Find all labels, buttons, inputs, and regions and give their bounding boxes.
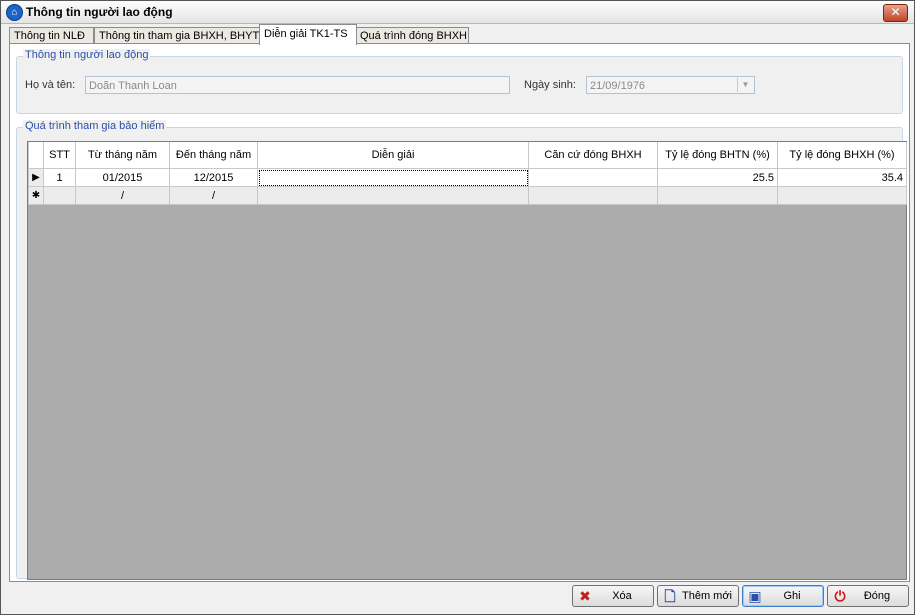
tab-worker-info[interactable]: Thông tin NLĐ xyxy=(9,27,94,44)
cell-to-month[interactable]: 12/2015 xyxy=(169,168,258,187)
table-row[interactable]: ▶ 1 01/2015 12/2015 25.5 35.4 xyxy=(28,168,907,187)
tab-payment-history[interactable]: Quá trình đóng BHXH xyxy=(355,27,469,44)
new-cell-bhxh-rate[interactable] xyxy=(777,186,907,205)
dob-value: 21/09/1976 xyxy=(590,80,646,92)
client-area: Thông tin NLĐ Thông tin tham gia BHXH, B… xyxy=(1,24,914,614)
close-button[interactable]: ⏻ Đóng xyxy=(827,585,909,607)
insurance-grid[interactable]: STT Từ tháng năm Đến tháng năm Diễn giải… xyxy=(27,141,907,580)
new-cell-bhtn-rate[interactable] xyxy=(657,186,778,205)
new-document-icon: 🗋 xyxy=(664,588,676,604)
power-icon: ⏻ xyxy=(834,588,846,604)
new-cell-to-month[interactable]: / xyxy=(169,186,258,205)
app-icon: ⌂ xyxy=(6,4,23,21)
cell-basis[interactable] xyxy=(528,168,658,187)
name-field[interactable]: Doãn Thanh Loan xyxy=(85,76,510,94)
x-icon: ✖ xyxy=(579,588,591,604)
cell-bhtn-rate[interactable]: 25.5 xyxy=(657,168,778,187)
column-header[interactable]: STT xyxy=(43,142,76,169)
column-header[interactable]: Tỷ lệ đóng BHTN (%) xyxy=(657,142,778,169)
window-close-button[interactable]: ✕ xyxy=(883,4,908,22)
cell-from-month[interactable]: 01/2015 xyxy=(75,168,170,187)
insurance-group: Quá trình tham gia bảo hiểm STT Từ tháng… xyxy=(16,120,907,580)
new-row[interactable]: ✱ / / xyxy=(28,186,907,205)
floppy-disk-icon: ▣ xyxy=(748,588,762,604)
save-button-label: Ghi xyxy=(783,590,801,602)
row-indicator-header xyxy=(28,142,44,169)
window-title: Thông tin người lao động xyxy=(26,5,173,19)
main-window: ⌂ Thông tin người lao động ✕ Thông tin N… xyxy=(0,0,915,615)
table-header-row: STT Từ tháng năm Đến tháng năm Diễn giải… xyxy=(28,142,907,169)
new-cell-from-month[interactable]: / xyxy=(75,186,170,205)
cell-stt[interactable]: 1 xyxy=(43,168,76,187)
delete-button[interactable]: ✖ Xóa xyxy=(572,585,654,607)
new-row-asterisk-icon: ✱ xyxy=(28,186,44,205)
name-label: Họ và tên: xyxy=(25,79,76,91)
new-cell-explanation[interactable] xyxy=(257,186,529,205)
title-bar[interactable]: ⌂ Thông tin người lao động ✕ xyxy=(1,1,914,24)
worker-info-legend: Thông tin người lao động xyxy=(23,49,151,61)
close-button-label: Đóng xyxy=(863,590,891,602)
tab-panel: Thông tin người lao động Họ và tên: Doãn… xyxy=(9,43,910,582)
new-cell-basis[interactable] xyxy=(528,186,658,205)
column-header[interactable]: Tỷ lệ đóng BHXH (%) xyxy=(777,142,907,169)
save-button[interactable]: ▣ Ghi xyxy=(742,585,824,607)
add-new-button-label: Thêm mới xyxy=(682,590,732,602)
column-header[interactable]: Đến tháng năm xyxy=(169,142,258,169)
current-row-arrow-icon: ▶ xyxy=(28,168,44,187)
delete-button-label: Xóa xyxy=(612,590,632,602)
column-header[interactable]: Diễn giải xyxy=(257,142,529,169)
column-header[interactable]: Căn cứ đóng BHXH xyxy=(528,142,658,169)
dob-field[interactable]: 21/09/1976 ▼ xyxy=(586,76,755,94)
insurance-legend: Quá trình tham gia bảo hiểm xyxy=(23,120,167,132)
insurance-table: STT Từ tháng năm Đến tháng năm Diễn giải… xyxy=(28,142,907,205)
column-header[interactable]: Từ tháng năm xyxy=(75,142,170,169)
tab-insurance-participation[interactable]: Thông tin tham gia BHXH, BHYT xyxy=(94,27,262,44)
chevron-down-icon[interactable]: ▼ xyxy=(737,78,753,92)
add-new-button[interactable]: 🗋 Thêm mới xyxy=(657,585,739,607)
worker-info-group: Thông tin người lao động Họ và tên: Doãn… xyxy=(16,49,903,114)
cell-explanation[interactable] xyxy=(257,168,529,187)
dob-label: Ngày sinh: xyxy=(524,79,576,91)
new-cell-stt[interactable] xyxy=(43,186,76,205)
cell-bhxh-rate[interactable]: 35.4 xyxy=(777,168,907,187)
tab-explanation-tk1[interactable]: Diễn giải TK1-TS xyxy=(259,24,357,45)
